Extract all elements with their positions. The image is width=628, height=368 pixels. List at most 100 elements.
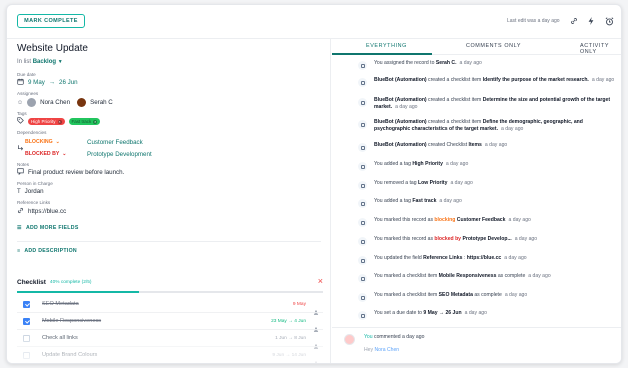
checklist-icon: [358, 120, 367, 129]
checklist-item-date[interactable]: 23 May → 4 Jun: [271, 319, 306, 324]
checklist-checkbox[interactable]: [23, 300, 30, 308]
remove-tag-icon[interactable]: ×: [57, 119, 62, 124]
checklist-item-date[interactable]: 9 May: [293, 302, 306, 307]
dependencies-label: Dependencies: [17, 130, 47, 135]
activity-keyword: blocking: [434, 217, 456, 223]
activity-time: a day ago: [508, 217, 531, 223]
activity-text: You marked a checklist item Mobile Respo…: [374, 273, 620, 280]
activity-subject: BlueBot (Automation): [374, 119, 427, 125]
record-title[interactable]: Website Update: [17, 43, 88, 54]
alarm-icon[interactable]: [603, 15, 615, 27]
dependency-icon: [358, 237, 367, 246]
due-date-label: Due date: [17, 72, 36, 77]
checklist-checkbox[interactable]: [23, 317, 30, 325]
due-date-field[interactable]: 9 May → 26 Jun: [17, 78, 78, 87]
tags-label: Tags: [17, 111, 27, 116]
activity-post: created a checklist item: [426, 119, 483, 125]
checklist-row[interactable]: SEO Metadata 9 May: [17, 296, 323, 315]
link-icon[interactable]: [568, 15, 580, 27]
assignee-name: Serah C: [90, 99, 113, 106]
chevron-down-icon[interactable]: ⌄: [62, 151, 66, 157]
activity-pre: You added a tag: [374, 198, 413, 204]
checklist-item-label[interactable]: SEO Metadata: [42, 301, 79, 307]
activity-pre: You updated the field: [374, 255, 424, 261]
tags-field[interactable]: High Priority × Fast track ×: [17, 117, 101, 126]
mark-complete-button[interactable]: MARK COMPLETE: [17, 14, 85, 28]
dependency-target-link[interactable]: Prototype Development: [87, 151, 152, 158]
assignees-field[interactable]: ☺ Nora Chen Serah C: [17, 98, 113, 107]
tag-fast-track[interactable]: Fast track ×: [68, 118, 101, 125]
users-icon: ☺: [17, 99, 24, 106]
checklist-icon: [358, 274, 367, 283]
comment-mention[interactable]: Nora Chen: [374, 347, 399, 353]
chevron-down-icon[interactable]: ⌄: [56, 139, 60, 145]
notes-field[interactable]: Final product review before launch.: [17, 168, 124, 177]
checklist-item-label[interactable]: Mobile Responsiveness: [42, 318, 101, 324]
activity-object: Items: [468, 142, 482, 148]
list-name[interactable]: Backlog: [33, 59, 56, 65]
dependency-target-link[interactable]: Customer Feedback: [87, 139, 143, 146]
comment-text: Hey: [364, 347, 375, 353]
description-icon: ≡: [17, 248, 21, 254]
active-tab-indicator: [332, 53, 432, 55]
activity-subject: Mobile Responsiveness: [438, 273, 497, 279]
person-value: Jordan: [24, 188, 44, 195]
reference-field[interactable]: https://blue.cc: [17, 207, 66, 216]
record-details-panel: Website Update In list Backlog ▼ Due dat…: [7, 39, 331, 363]
tag-high-priority[interactable]: High Priority ×: [28, 118, 65, 125]
activity-pre: You removed a tag: [374, 180, 418, 186]
activity-panel: EVERYTHING COMMENTS ONLY ACTIVITY ONLY Y…: [332, 39, 621, 363]
dependency-kind: BLOCKING: [25, 139, 53, 145]
checklist-title[interactable]: Checklist: [17, 279, 46, 286]
activity-subject: BlueBot (Automation): [374, 97, 427, 103]
add-more-fields-button[interactable]: ☰ ADD MORE FIELDS: [17, 225, 79, 231]
checklist-progress-text: 40% complete (2/5): [49, 279, 92, 285]
activity-time: a day ago: [504, 255, 527, 261]
activity-time: a day ago: [484, 142, 508, 148]
tab-everything[interactable]: EVERYTHING: [366, 43, 407, 49]
due-start: 9 May: [28, 79, 45, 86]
person-field[interactable]: T Jordan: [17, 188, 44, 195]
activity-tabs: EVERYTHING COMMENTS ONLY ACTIVITY ONLY: [332, 39, 621, 55]
dependency-icon: [358, 218, 367, 227]
add-description-button[interactable]: ≡ ADD DESCRIPTION: [17, 248, 77, 254]
activity-text: You marked this record as blocking Custo…: [374, 217, 620, 224]
activity-subject: BlueBot (Automation): [374, 77, 427, 83]
checklist-progress-fill: [17, 291, 140, 293]
remove-tag-icon[interactable]: ×: [93, 119, 98, 124]
dependency-blocking[interactable]: BLOCKING ⌄ Customer Feedback: [25, 139, 143, 146]
checklist-icon: [358, 78, 367, 87]
checklist-icon: [358, 98, 367, 107]
checklist-row[interactable]: Mobile Responsiveness 23 May → 4 Jun: [17, 313, 323, 332]
avatar: [77, 98, 87, 107]
activity-time: a day ago: [439, 198, 462, 204]
activity-pre: You marked this record as: [374, 236, 435, 242]
chevron-down-icon[interactable]: ▼: [58, 59, 63, 65]
activity-text: BlueBot (Automation) created a checklist…: [374, 77, 620, 84]
close-icon[interactable]: ×: [318, 277, 323, 286]
activity-pre: You set a due date to: [374, 310, 424, 316]
tab-activity-only[interactable]: ACTIVITY ONLY: [580, 43, 621, 55]
tag-label: Fast track: [71, 119, 92, 124]
dependency-blocked-by[interactable]: BLOCKED BY ⌄ Prototype Development: [25, 151, 152, 158]
tag-icon: [358, 181, 367, 190]
field-icon: [358, 256, 367, 265]
tag-icon: [358, 199, 367, 208]
tag-label: High Priority: [31, 119, 56, 124]
activity-time: a day ago: [445, 161, 469, 167]
activity-time: a day ago: [450, 180, 473, 186]
assign-user-icon[interactable]: [313, 302, 319, 315]
activity-post: created a checklist item: [426, 77, 483, 83]
note-icon: [17, 168, 24, 177]
activity-time: a day ago: [501, 126, 524, 133]
person-label: Person in Charge: [17, 181, 53, 186]
activity-pre: You added a tag: [374, 161, 413, 167]
tab-comments-only[interactable]: COMMENTS ONLY: [466, 43, 521, 49]
assign-user-icon[interactable]: [313, 319, 319, 332]
tag-icon: [358, 162, 367, 171]
activity-pre: You assigned the record to: [374, 60, 436, 66]
add-fields-icon: ☰: [17, 225, 22, 231]
bolt-icon[interactable]: [585, 15, 597, 27]
activity-subject: SEO Metadata: [438, 292, 473, 298]
list-selector[interactable]: In list Backlog ▼: [17, 59, 63, 65]
